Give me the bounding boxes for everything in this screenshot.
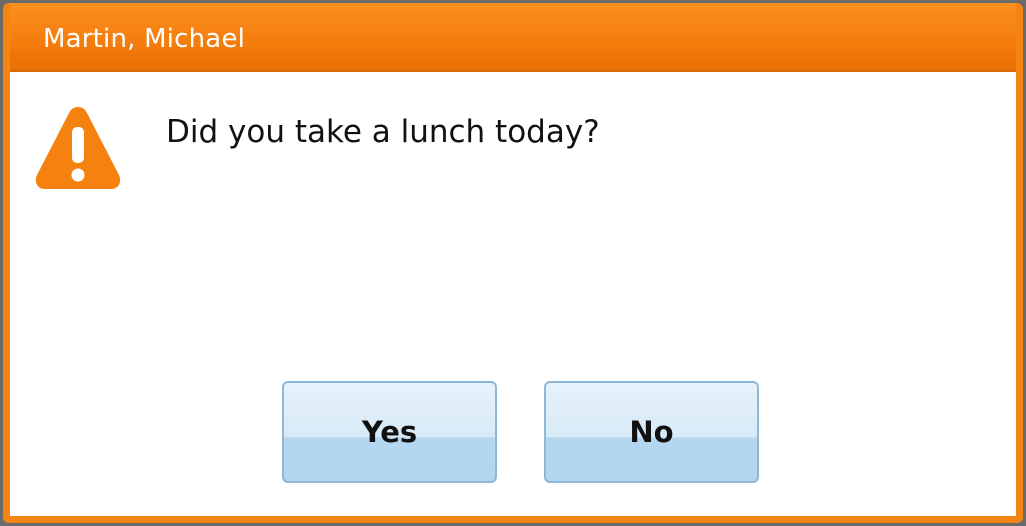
dialog-title: Martin, Michael bbox=[43, 24, 246, 54]
dialog-titlebar: Martin, Michael bbox=[10, 3, 1016, 72]
no-button-label: No bbox=[629, 415, 674, 449]
yes-button-label: Yes bbox=[361, 415, 418, 449]
dialog-message: Did you take a lunch today? bbox=[166, 114, 600, 150]
no-button[interactable]: No bbox=[544, 381, 759, 483]
yes-button[interactable]: Yes bbox=[282, 381, 497, 483]
confirm-dialog: Martin, Michael Did you take a lunch tod… bbox=[3, 3, 1023, 523]
warning-icon bbox=[35, 107, 121, 189]
